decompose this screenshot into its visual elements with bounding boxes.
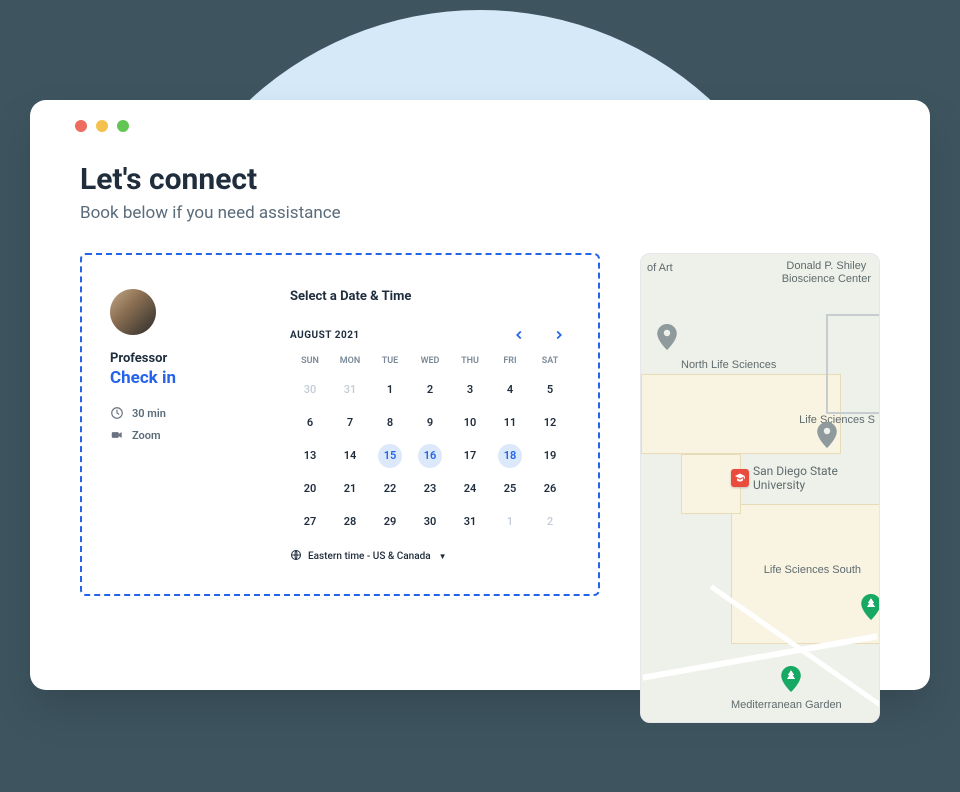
timezone-selector[interactable]: Eastern time - US & Canada ▼ [290,549,570,564]
location-row: Zoom [110,428,260,442]
map-label: Life Sciences South [764,564,861,577]
calendar-day[interactable]: 21 [330,475,370,502]
calendar-day: 1 [490,508,530,535]
calendar-day[interactable]: 5 [530,376,570,403]
calendar-day[interactable]: 18 [490,442,530,469]
calendar-day[interactable]: 2 [410,376,450,403]
map-park-pin-icon [861,594,880,620]
clock-icon [110,406,124,420]
map-label: Mediterranean Garden [731,699,842,712]
booking-widget: Professor Check in 30 min Zoom [80,253,600,596]
calendar-day[interactable]: 1 [370,376,410,403]
calendar-day: 2 [530,508,570,535]
map-label: Donald P. Shiley Bioscience Center [782,260,871,286]
calendar-day[interactable]: 16 [410,442,450,469]
calendar-day[interactable]: 9 [410,409,450,436]
map-label: of Art [647,262,673,275]
calendar-day[interactable]: 10 [450,409,490,436]
timezone-label: Eastern time - US & Canada [308,551,431,562]
duration-label: 30 min [132,407,166,420]
map-pin-icon [657,324,677,350]
calendar-day[interactable]: 30 [410,508,450,535]
calendar-day[interactable]: 28 [330,508,370,535]
calendar-dow: MON [330,356,370,370]
calendar-dow: TUE [370,356,410,370]
host-avatar [110,289,156,335]
map-park-pin-icon [781,666,801,692]
location-label: Zoom [132,429,161,442]
page-subtitle: Book below if you need assistance [80,203,880,223]
calendar-day[interactable]: 14 [330,442,370,469]
calendar-day[interactable]: 12 [530,409,570,436]
calendar-day[interactable]: 11 [490,409,530,436]
calendar-day: 31 [330,376,370,403]
calendar-day[interactable]: 31 [450,508,490,535]
calendar-day[interactable]: 6 [290,409,330,436]
calendar-grid: SUNMONTUEWEDTHUFRISAT3031123456789101112… [290,356,570,535]
calendar-dow: WED [410,356,450,370]
calendar-day[interactable]: 27 [290,508,330,535]
video-icon [110,428,124,442]
graduation-cap-icon [731,469,749,487]
calendar-day[interactable]: 25 [490,475,530,502]
calendar-dow: THU [450,356,490,370]
calendar-day[interactable]: 29 [370,508,410,535]
maximize-window-button[interactable] [117,120,129,132]
calendar-title: Select a Date & Time [290,289,570,304]
calendar-dow: FRI [490,356,530,370]
close-window-button[interactable] [75,120,87,132]
prev-month-button[interactable] [508,324,530,346]
caret-down-icon: ▼ [439,552,447,561]
calendar-day[interactable]: 13 [290,442,330,469]
map-panel[interactable]: of Art Donald P. Shiley Bioscience Cente… [640,253,880,723]
calendar-day[interactable]: 19 [530,442,570,469]
map-pin-icon [817,422,837,448]
calendar-day[interactable]: 3 [450,376,490,403]
calendar-day[interactable]: 24 [450,475,490,502]
calendar-day[interactable]: 17 [450,442,490,469]
app-window: Let's connect Book below if you need ass… [30,100,930,690]
calendar-day[interactable]: 20 [290,475,330,502]
calendar-day[interactable]: 4 [490,376,530,403]
calendar-day[interactable]: 23 [410,475,450,502]
calendar-day[interactable]: 7 [330,409,370,436]
minimize-window-button[interactable] [96,120,108,132]
host-role: Professor [110,351,260,366]
calendar-day[interactable]: 15 [370,442,410,469]
duration-row: 30 min [110,406,260,420]
calendar-day[interactable]: 26 [530,475,570,502]
window-controls [75,120,880,132]
calendar-day: 30 [290,376,330,403]
calendar-dow: SAT [530,356,570,370]
event-type: Check in [110,368,260,388]
calendar-month-label: AUGUST 2021 [290,330,360,341]
map-university-label: San Diego State University [753,464,838,492]
calendar-dow: SUN [290,356,330,370]
map-university-marker[interactable]: San Diego State University [731,464,838,492]
globe-icon [290,549,302,564]
calendar-day[interactable]: 8 [370,409,410,436]
next-month-button[interactable] [548,324,570,346]
page-title: Let's connect [80,162,880,197]
map-label: Life Sciences S [799,414,875,427]
calendar-day[interactable]: 22 [370,475,410,502]
map-label: North Life Sciences [681,359,776,372]
